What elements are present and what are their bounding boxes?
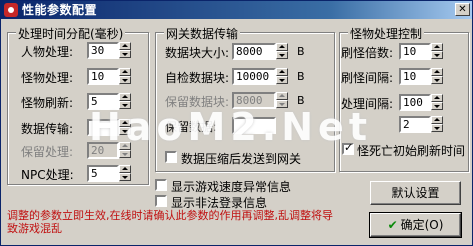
check-block-unit: B bbox=[297, 70, 305, 83]
reserved-block-spinner bbox=[276, 92, 288, 109]
reserved-block-input: 8000 bbox=[232, 92, 276, 109]
dead-refresh-checkbox-label[interactable]: 怪死亡初始刷新时间 bbox=[357, 142, 465, 159]
compress-checkbox-label[interactable]: 数据压缩后发送到网关 bbox=[181, 150, 301, 167]
reserved-process-input: 20 bbox=[87, 142, 119, 159]
monster-extra-input[interactable]: 2 bbox=[399, 116, 431, 133]
data-transfer-label: 数据传输: bbox=[21, 122, 74, 136]
spawn-interval-input[interactable]: 10 bbox=[399, 68, 431, 85]
ok-label: 确定(O) bbox=[400, 218, 444, 232]
close-button[interactable]: ✕ bbox=[455, 3, 470, 16]
monster-extra-spinner[interactable] bbox=[431, 116, 443, 133]
spawn-multiplier-spinner[interactable] bbox=[431, 43, 443, 60]
compress-checkbox[interactable] bbox=[165, 151, 177, 163]
monster-refresh-spinner[interactable] bbox=[119, 93, 131, 110]
reserved-block-unit: B bbox=[297, 94, 305, 107]
player-process-spinner[interactable] bbox=[119, 42, 131, 59]
monster-refresh-input[interactable]: 5 bbox=[87, 93, 119, 110]
player-process-input[interactable]: 30 bbox=[87, 42, 119, 59]
speed-anomaly-checkbox[interactable] bbox=[155, 179, 167, 191]
monster-control-legend: 怪物处理控制 bbox=[348, 25, 425, 42]
process-interval-spinner[interactable] bbox=[431, 94, 443, 111]
monster-process-input[interactable]: 10 bbox=[87, 68, 119, 85]
app-icon bbox=[4, 3, 18, 17]
time-allocation-legend: 处理时间分配(毫秒) bbox=[16, 25, 126, 42]
title-bar[interactable]: 性能参数配置 ✕ bbox=[1, 1, 472, 19]
check-icon: ✔ bbox=[387, 218, 398, 232]
monster-refresh-label: 怪物刷新: bbox=[21, 96, 74, 110]
spawn-interval-spinner[interactable] bbox=[431, 68, 443, 85]
process-interval-label: 处理间隔: bbox=[341, 97, 394, 111]
default-settings-button[interactable]: 默认设置 bbox=[370, 181, 461, 205]
check-block-label: 自检数据块: bbox=[165, 71, 230, 85]
warning-note: 调整的参数立即生效,在线时请确认此参数的作用再调整,乱调整将导致游戏混乱 bbox=[7, 209, 333, 235]
check-block-input[interactable]: 10000 bbox=[232, 68, 276, 85]
check-block-spinner[interactable] bbox=[276, 68, 288, 85]
spawn-interval-label: 刷怪间隔: bbox=[341, 71, 394, 85]
reserved-data-label: 保留数据: bbox=[165, 120, 218, 134]
data-transfer-spinner[interactable] bbox=[119, 119, 131, 136]
process-interval-input[interactable]: 100 bbox=[399, 94, 431, 111]
spawn-multiplier-label: 刷怪倍数: bbox=[341, 46, 394, 60]
settings-window: 性能参数配置 ✕ 处理时间分配(毫秒) 人物处理: 30 怪物处理: 10 怪物… bbox=[0, 0, 473, 246]
reserved-block-label: 保留数据块: bbox=[165, 95, 230, 109]
npc-process-label: NPC处理: bbox=[21, 168, 74, 182]
reserved-data-input[interactable] bbox=[232, 117, 276, 134]
block-size-label: 数据块大小: bbox=[165, 46, 230, 60]
monster-process-label: 怪物处理: bbox=[21, 71, 74, 85]
gateway-data-legend: 网关数据传输 bbox=[164, 25, 241, 42]
block-size-spinner[interactable] bbox=[276, 43, 288, 60]
data-transfer-input[interactable] bbox=[87, 119, 119, 136]
spawn-multiplier-input[interactable]: 10 bbox=[399, 43, 431, 60]
block-size-unit: B bbox=[297, 45, 305, 58]
illegal-login-checkbox[interactable] bbox=[155, 195, 167, 207]
player-process-label: 人物处理: bbox=[21, 45, 74, 59]
npc-process-spinner[interactable] bbox=[119, 165, 131, 182]
reserved-process-label: 保留处理: bbox=[21, 145, 74, 159]
speed-anomaly-label[interactable]: 显示游戏速度异常信息 bbox=[171, 178, 291, 195]
npc-process-input[interactable]: 5 bbox=[87, 165, 119, 182]
default-settings-label: 默认设置 bbox=[391, 186, 440, 200]
ok-button[interactable]: ✔ 确定(O) bbox=[369, 212, 462, 238]
monster-process-spinner[interactable] bbox=[119, 68, 131, 85]
dead-refresh-checkbox[interactable] bbox=[342, 141, 354, 155]
reserved-process-spinner bbox=[119, 142, 131, 159]
window-title: 性能参数配置 bbox=[22, 3, 98, 17]
block-size-input[interactable]: 8000 bbox=[232, 43, 276, 60]
